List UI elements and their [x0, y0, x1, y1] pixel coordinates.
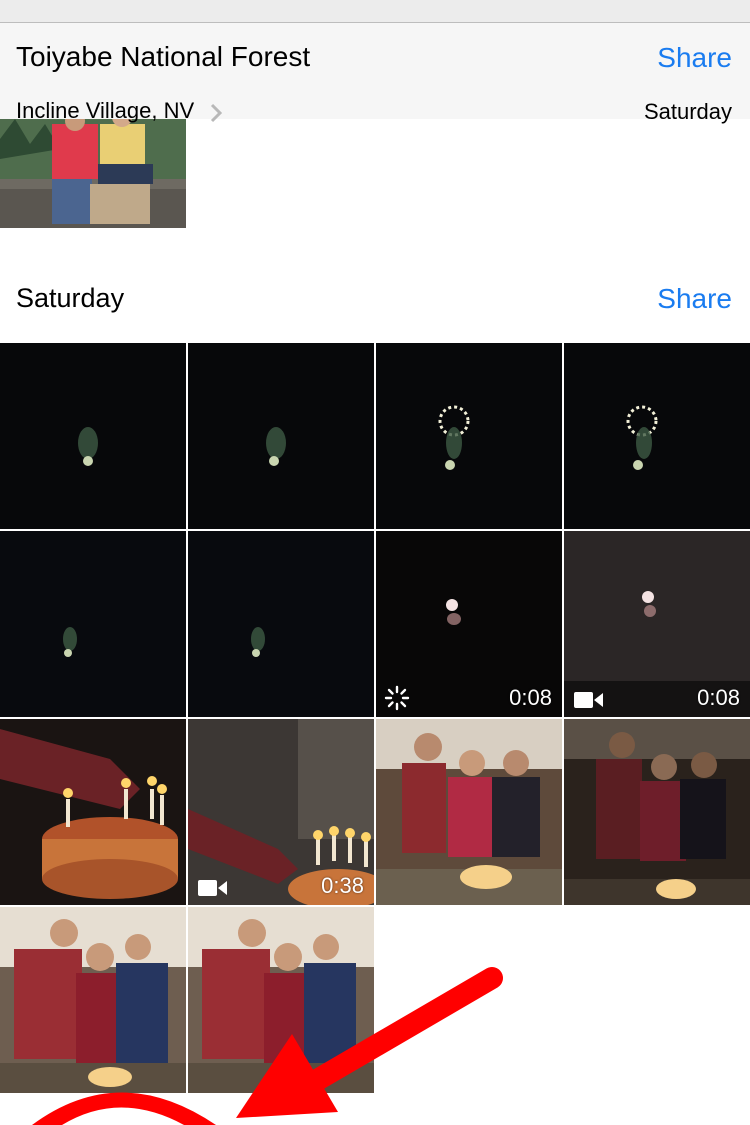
status-bar — [0, 0, 750, 23]
video-thumbnail[interactable]: 0:08 — [376, 531, 562, 717]
chevron-right-icon[interactable] — [208, 103, 224, 123]
video-duration: 0:38 — [321, 873, 364, 898]
header-date: Saturday — [643, 99, 732, 124]
photo-thumbnail[interactable] — [0, 531, 186, 717]
moment-header: Toiyabe National Forest Incline Village,… — [0, 23, 750, 123]
photo-thumbnail[interactable] — [0, 107, 186, 228]
photo-thumbnail[interactable] — [0, 907, 186, 1093]
photo-thumbnail[interactable] — [376, 343, 562, 529]
photo-thumbnail[interactable] — [0, 343, 186, 529]
location-subtitle[interactable]: Incline Village, NV — [16, 100, 194, 122]
video-camera-icon — [574, 692, 603, 708]
loading-spinner-icon — [384, 685, 410, 711]
video-camera-icon — [198, 880, 227, 896]
photo-thumbnail[interactable] — [0, 719, 186, 905]
location-title[interactable]: Toiyabe National Forest — [16, 41, 310, 73]
video-thumbnail[interactable]: 0:38 — [188, 719, 374, 905]
photo-thumbnail[interactable] — [188, 343, 374, 529]
photo-thumbnail[interactable] — [188, 531, 374, 717]
video-duration: 0:08 — [697, 685, 740, 710]
photo-thumbnail[interactable] — [564, 343, 750, 529]
photo-thumbnail[interactable] — [564, 719, 750, 905]
video-thumbnail[interactable]: 0:08 — [564, 531, 750, 717]
section-title: Saturday — [16, 283, 125, 313]
header-share-button[interactable]: Share — [657, 42, 732, 74]
photo-thumbnail[interactable] — [188, 907, 374, 1093]
video-duration: 0:08 — [509, 685, 552, 710]
photo-thumbnail[interactable] — [376, 719, 562, 905]
section-share-button[interactable]: Share — [657, 283, 732, 315]
